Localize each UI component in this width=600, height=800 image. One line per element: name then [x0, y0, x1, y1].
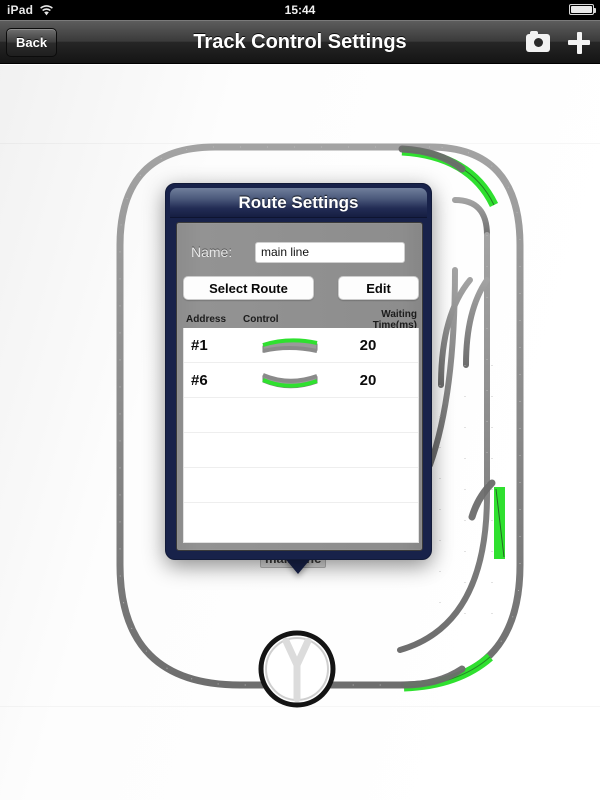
- column-header-address: Address: [186, 314, 227, 325]
- select-route-button[interactable]: Select Route: [183, 276, 314, 300]
- table-body: #1 20 #6 20: [183, 328, 419, 543]
- camera-icon[interactable]: [526, 30, 550, 52]
- status-bar-clock: 15:44: [284, 3, 316, 17]
- popover-title: Route Settings: [170, 188, 427, 218]
- name-label: Name:: [191, 244, 233, 260]
- navigation-bar-actions: [526, 28, 590, 57]
- turnout-straight-icon: [262, 373, 318, 389]
- app-screen: iPad 15:44 Back Track Control Settings R…: [0, 0, 600, 800]
- cell-control[interactable]: [244, 333, 336, 357]
- table-row[interactable]: [184, 433, 418, 468]
- cell-address: #6: [191, 371, 208, 389]
- page-title: Track Control Settings: [193, 31, 407, 53]
- column-header-control: Control: [243, 314, 279, 325]
- route-settings-popover: Route Settings Name: main line Select Ro…: [165, 183, 432, 560]
- status-bar: iPad 15:44: [0, 0, 600, 20]
- edit-button[interactable]: Edit: [338, 276, 419, 300]
- table-row[interactable]: [184, 503, 418, 538]
- cell-waiting-time: 20: [359, 336, 377, 354]
- action-buttons: Select Route Edit: [183, 276, 419, 300]
- table-header-row: Address Control Waiting Time(ms): [183, 309, 419, 331]
- popover-body: Name: main line Select Route Edit Addres…: [176, 222, 423, 551]
- turntable-icon: [258, 630, 336, 708]
- plus-icon[interactable]: [568, 31, 590, 54]
- table-row[interactable]: #1 20: [184, 328, 418, 363]
- name-input[interactable]: main line: [255, 241, 405, 263]
- cell-control[interactable]: [244, 368, 336, 392]
- table-row[interactable]: [184, 468, 418, 503]
- turnout-diverging-icon: [262, 338, 318, 353]
- cell-address: #1: [191, 336, 208, 354]
- name-row: Name: main line: [191, 241, 411, 263]
- route-steps-table: Address Control Waiting Time(ms) #1 20 #6 2…: [183, 309, 419, 543]
- table-row[interactable]: #6 20: [184, 363, 418, 398]
- table-row[interactable]: [184, 398, 418, 433]
- navigation-bar: Back Track Control Settings: [0, 20, 600, 64]
- cell-waiting-time: 20: [359, 371, 377, 389]
- battery-icon: [569, 4, 596, 15]
